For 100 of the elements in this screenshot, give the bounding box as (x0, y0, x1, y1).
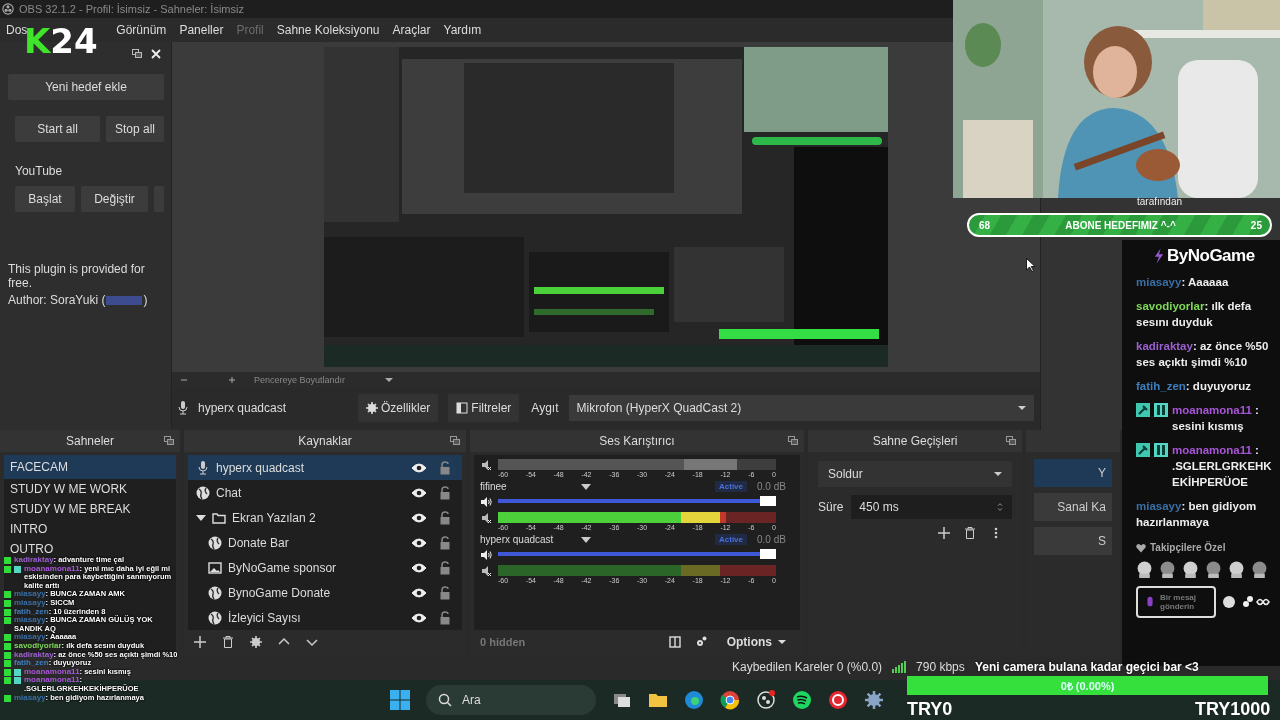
source-item[interactable]: hyperx quadcast (188, 455, 462, 480)
caret-icon[interactable] (581, 534, 591, 545)
filters-button[interactable]: Filtreler (448, 394, 520, 422)
settings-icon[interactable] (864, 690, 884, 710)
zoom-out-icon[interactable] (180, 376, 188, 384)
options-button[interactable]: Options (720, 634, 792, 650)
chat-text: tarafından (1137, 196, 1183, 207)
menu-item[interactable]: Yardım (443, 21, 482, 39)
scene-item[interactable]: STUDY W ME WORK (10, 482, 128, 496)
emote-icon[interactable] (1251, 561, 1268, 578)
trash-icon[interactable] (964, 527, 976, 539)
emote-icon[interactable] (1228, 561, 1245, 578)
menu-item[interactable]: Paneller (179, 21, 224, 39)
add-target-button[interactable]: Yeni hedef ekle (8, 74, 164, 100)
music-app-icon[interactable] (792, 690, 812, 710)
speaker-muted-icon[interactable] (480, 459, 492, 471)
eye-icon[interactable] (412, 560, 426, 575)
eye-icon[interactable] (412, 460, 426, 475)
source-item[interactable]: BynoGame Donate (188, 580, 462, 605)
menu-item[interactable]: Araçlar (392, 21, 431, 39)
add-icon[interactable] (194, 636, 206, 648)
expand-caret-icon[interactable] (196, 512, 206, 523)
eye-icon[interactable] (412, 535, 426, 550)
control-button[interactable]: S (1034, 527, 1112, 555)
lock-icon[interactable] (438, 485, 452, 500)
browser-icon[interactable] (720, 690, 740, 710)
caret-icon[interactable] (385, 376, 394, 384)
speaker-muted-icon[interactable] (480, 512, 492, 524)
close-icon[interactable] (151, 49, 161, 59)
caret-icon[interactable] (581, 481, 591, 492)
slider-thumb[interactable] (759, 548, 776, 559)
scene-item[interactable]: FACECAM (4, 455, 176, 479)
properties-button[interactable]: Özellikler (358, 394, 439, 422)
start-button[interactable]: Başlat (15, 186, 75, 212)
source-item[interactable]: Chat (188, 480, 462, 505)
lock-icon[interactable] (438, 585, 452, 600)
device-dropdown[interactable]: Mikrofon (HyperX QuadCast 2) (568, 395, 1034, 421)
chat-input[interactable]: Bir mesaj gönderin (1136, 586, 1216, 618)
author-line: Author: SoraYuki ( ) (8, 293, 149, 307)
stop-all-button[interactable]: Stop all (106, 116, 164, 142)
gear-icon (366, 402, 378, 414)
slider-thumb[interactable] (759, 495, 776, 506)
float-icon[interactable] (1006, 436, 1016, 446)
emote-icon[interactable] (1136, 561, 1153, 578)
eye-icon[interactable] (412, 610, 426, 625)
add-icon[interactable] (938, 527, 950, 539)
channel-name: hyperx quadcast (480, 534, 555, 545)
browser-icon[interactable] (684, 690, 704, 710)
search-field[interactable]: Ara (426, 685, 596, 715)
zoom-in-icon[interactable] (228, 376, 236, 384)
edit-button[interactable]: Değiştir (81, 186, 148, 212)
control-button[interactable]: Sanal Ka (1034, 493, 1112, 521)
volume-slider[interactable] (498, 549, 776, 558)
menu-item[interactable]: Sahne Koleksiyonu (276, 21, 380, 39)
spin-arrows-icon[interactable] (996, 503, 1004, 511)
speaker-icon[interactable] (480, 496, 492, 508)
trash-icon[interactable] (222, 636, 234, 648)
float-icon[interactable] (164, 436, 174, 446)
source-item[interactable]: ByNoGame sponsor (188, 555, 462, 580)
lock-icon[interactable] (438, 610, 452, 625)
scene-item[interactable]: INTRO (10, 522, 48, 536)
emote-icon[interactable] (1159, 561, 1176, 578)
emote-icon[interactable] (1182, 561, 1199, 578)
eye-icon[interactable] (412, 585, 426, 600)
lock-icon[interactable] (438, 560, 452, 575)
chat-message: moanamona11 : .SGLERLGRKEHKEKİHPERÜOE (1172, 443, 1272, 490)
gift-badge-icon (14, 565, 21, 573)
source-item[interactable]: İzleyici Sayısı (188, 605, 462, 630)
move-down-icon[interactable] (306, 636, 318, 648)
eye-icon[interactable] (412, 510, 426, 525)
speaker-muted-icon[interactable] (480, 565, 492, 577)
layout-icon[interactable] (668, 636, 681, 648)
source-item[interactable]: Donate Bar (188, 530, 462, 555)
volume-reading: 0.0 dB (757, 481, 786, 492)
settings-icon[interactable] (694, 636, 707, 648)
eye-icon[interactable] (412, 485, 426, 500)
float-icon[interactable] (450, 436, 460, 446)
float-icon[interactable] (788, 436, 798, 446)
transition-dropdown[interactable]: Soldur (818, 461, 1012, 487)
scene-item[interactable]: STUDY W ME BREAK (10, 502, 131, 516)
speaker-icon[interactable] (480, 549, 492, 561)
lock-icon[interactable] (438, 535, 452, 550)
bitrate: 790 kbps (916, 660, 965, 674)
lock-icon[interactable] (438, 460, 452, 475)
emoji-icon[interactable] (1222, 595, 1236, 609)
scene-item[interactable]: OUTRO (10, 542, 54, 556)
menu-item[interactable]: Görünüm (116, 21, 167, 39)
app-icon[interactable] (828, 690, 848, 710)
emote-icon[interactable] (1205, 561, 1222, 578)
duration-field[interactable]: 450 ms (851, 495, 1012, 519)
source-item[interactable]: Ekran Yazılan 2 (188, 505, 462, 530)
infinity-icon[interactable] (1242, 595, 1272, 609)
windows-start-icon[interactable] (390, 690, 410, 710)
recorder-icon[interactable] (756, 690, 776, 710)
volume-slider[interactable] (498, 496, 776, 505)
lock-icon[interactable] (438, 510, 452, 525)
start-all-button[interactable]: Start all (15, 116, 100, 142)
control-button[interactable]: Y (1034, 459, 1112, 487)
float-icon[interactable] (132, 49, 142, 59)
settings-icon[interactable] (250, 636, 262, 648)
